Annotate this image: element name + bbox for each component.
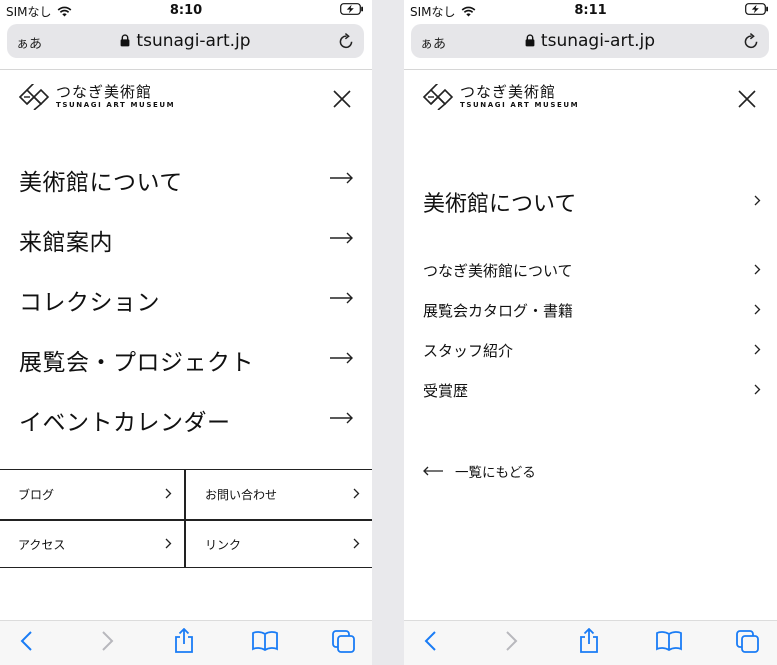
menu-item-label: 美術館について [19, 170, 183, 196]
link-links[interactable]: リンク [186, 520, 372, 568]
battery-charging-icon [745, 3, 768, 15]
menu-item-events[interactable]: イベントカレンダー [0, 390, 372, 450]
chevron-right-icon [754, 264, 761, 275]
lock-icon [525, 34, 535, 47]
main-menu: 美術館について 来館案内 コレクション 展覧会・プロジェクト イベントカレンダー [0, 150, 372, 450]
reload-icon[interactable] [338, 32, 355, 50]
url-display[interactable]: tsunagi-art.jp [411, 31, 769, 51]
chevron-right-icon [165, 488, 172, 499]
submenu-list: つなぎ美術館について 展覧会カタログ・書籍 スタッフ紹介 受賞歴 [404, 250, 777, 410]
back-icon[interactable] [20, 630, 34, 652]
arrow-right-icon [330, 412, 353, 424]
menu-item-visit[interactable]: 来館案内 [0, 210, 372, 270]
link-access[interactable]: アクセス [0, 520, 184, 568]
url-text: tsunagi-art.jp [540, 31, 656, 51]
forward-icon[interactable] [504, 630, 518, 652]
menu-item-about[interactable]: 美術館について [0, 150, 372, 210]
logo-japanese: つなぎ美術館 [460, 83, 557, 101]
arrow-left-icon [423, 466, 443, 476]
close-menu-button[interactable] [332, 89, 352, 109]
logo-english: TSUNAGI ART MUSEUM [460, 101, 580, 109]
status-bar: SIMなし 8:10 [0, 0, 372, 22]
chevron-right-icon [754, 344, 761, 355]
link-contact[interactable]: お問い合わせ [186, 470, 372, 518]
phone-screen-submenu: SIMなし 8:11 ぁあ tsunagi-art.jp つなぎ美術館 TSUN… [404, 0, 777, 665]
battery-wrap [340, 3, 364, 18]
share-icon[interactable] [173, 628, 195, 654]
menu-item-label: 展覧会・プロジェクト [19, 350, 254, 376]
lock-icon [121, 34, 130, 47]
phone-screen-main-menu: SIMなし 8:10 ぁあ tsunagi-art.jp つなぎ美術館 TSUN… [0, 0, 372, 665]
bookmarks-icon[interactable] [252, 631, 278, 651]
link-blog[interactable]: ブログ [0, 470, 184, 518]
address-bar[interactable]: ぁあ tsunagi-art.jp [411, 24, 769, 58]
header-divider [0, 69, 372, 70]
link-label: アクセス [18, 537, 66, 552]
link-label: ブログ [18, 487, 55, 502]
submenu-item-label: 展覧会カタログ・書籍 [423, 301, 574, 320]
submenu-title-about[interactable]: 美術館について [423, 186, 777, 217]
submenu-item-label: つなぎ美術館について [423, 261, 573, 280]
menu-item-collection[interactable]: コレクション [0, 270, 372, 330]
url-text: tsunagi-art.jp [136, 31, 251, 51]
arrow-right-icon [330, 292, 353, 304]
battery-wrap [745, 3, 769, 18]
chevron-right-icon [754, 384, 761, 395]
status-bar: SIMなし 8:11 [404, 0, 777, 22]
logo-english: TSUNAGI ART MUSEUM [56, 101, 176, 109]
museum-logo-mark [18, 84, 50, 110]
header-divider [404, 69, 777, 70]
back-link-label: 一覧にもどる [455, 465, 536, 481]
chevron-right-icon [165, 538, 172, 549]
logo-japanese: つなぎ美術館 [56, 83, 153, 101]
browser-toolbar [404, 620, 777, 665]
site-logo[interactable]: つなぎ美術館 TSUNAGI ART MUSEUM [18, 84, 175, 110]
submenu-item-catalogs[interactable]: 展覧会カタログ・書籍 [404, 290, 777, 330]
submenu-item-about-museum[interactable]: つなぎ美術館について [404, 250, 777, 290]
back-icon[interactable] [424, 630, 438, 652]
chevron-right-icon [754, 195, 761, 206]
chevron-right-icon [754, 304, 761, 315]
share-icon[interactable] [578, 628, 600, 654]
back-to-list-link[interactable]: 一覧にもどる [423, 461, 536, 481]
chevron-right-icon [353, 538, 360, 549]
submenu-item-label: スタッフ紹介 [423, 341, 514, 360]
close-menu-button[interactable] [737, 89, 757, 109]
arrow-right-icon [330, 352, 353, 364]
museum-logo-mark [422, 84, 454, 110]
menu-item-label: イベントカレンダー [19, 410, 231, 436]
reload-icon[interactable] [743, 32, 760, 50]
link-label: リンク [205, 537, 242, 552]
bookmarks-icon[interactable] [656, 631, 682, 651]
arrow-right-icon [330, 232, 353, 244]
submenu-item-label: 受賞歴 [423, 381, 469, 400]
menu-item-exhibitions[interactable]: 展覧会・プロジェクト [0, 330, 372, 390]
chevron-right-icon [353, 488, 360, 499]
logo-text: つなぎ美術館 TSUNAGI ART MUSEUM [460, 84, 579, 110]
menu-item-label: コレクション [19, 290, 160, 316]
address-bar[interactable]: ぁあ tsunagi-art.jp [7, 24, 364, 58]
submenu-item-staff[interactable]: スタッフ紹介 [404, 330, 777, 370]
status-time: 8:11 [574, 3, 607, 18]
submenu-item-awards[interactable]: 受賞歴 [404, 370, 777, 410]
status-time: 8:10 [169, 3, 203, 18]
submenu-title-label: 美術館について [423, 192, 577, 217]
battery-charging-icon [340, 3, 363, 15]
close-icon [333, 90, 351, 108]
menu-item-label: 来館案内 [19, 230, 113, 256]
tabs-icon[interactable] [332, 630, 356, 654]
browser-toolbar [0, 620, 372, 665]
url-display[interactable]: tsunagi-art.jp [7, 31, 364, 51]
site-logo[interactable]: つなぎ美術館 TSUNAGI ART MUSEUM [422, 84, 579, 110]
link-label: お問い合わせ [205, 487, 278, 502]
sub-links-grid: ブログ お問い合わせ アクセス リンク [0, 469, 372, 568]
forward-icon[interactable] [100, 630, 114, 652]
tabs-icon[interactable] [736, 630, 760, 654]
logo-text: つなぎ美術館 TSUNAGI ART MUSEUM [56, 84, 175, 110]
arrow-right-icon [330, 172, 353, 184]
close-icon [738, 90, 756, 108]
